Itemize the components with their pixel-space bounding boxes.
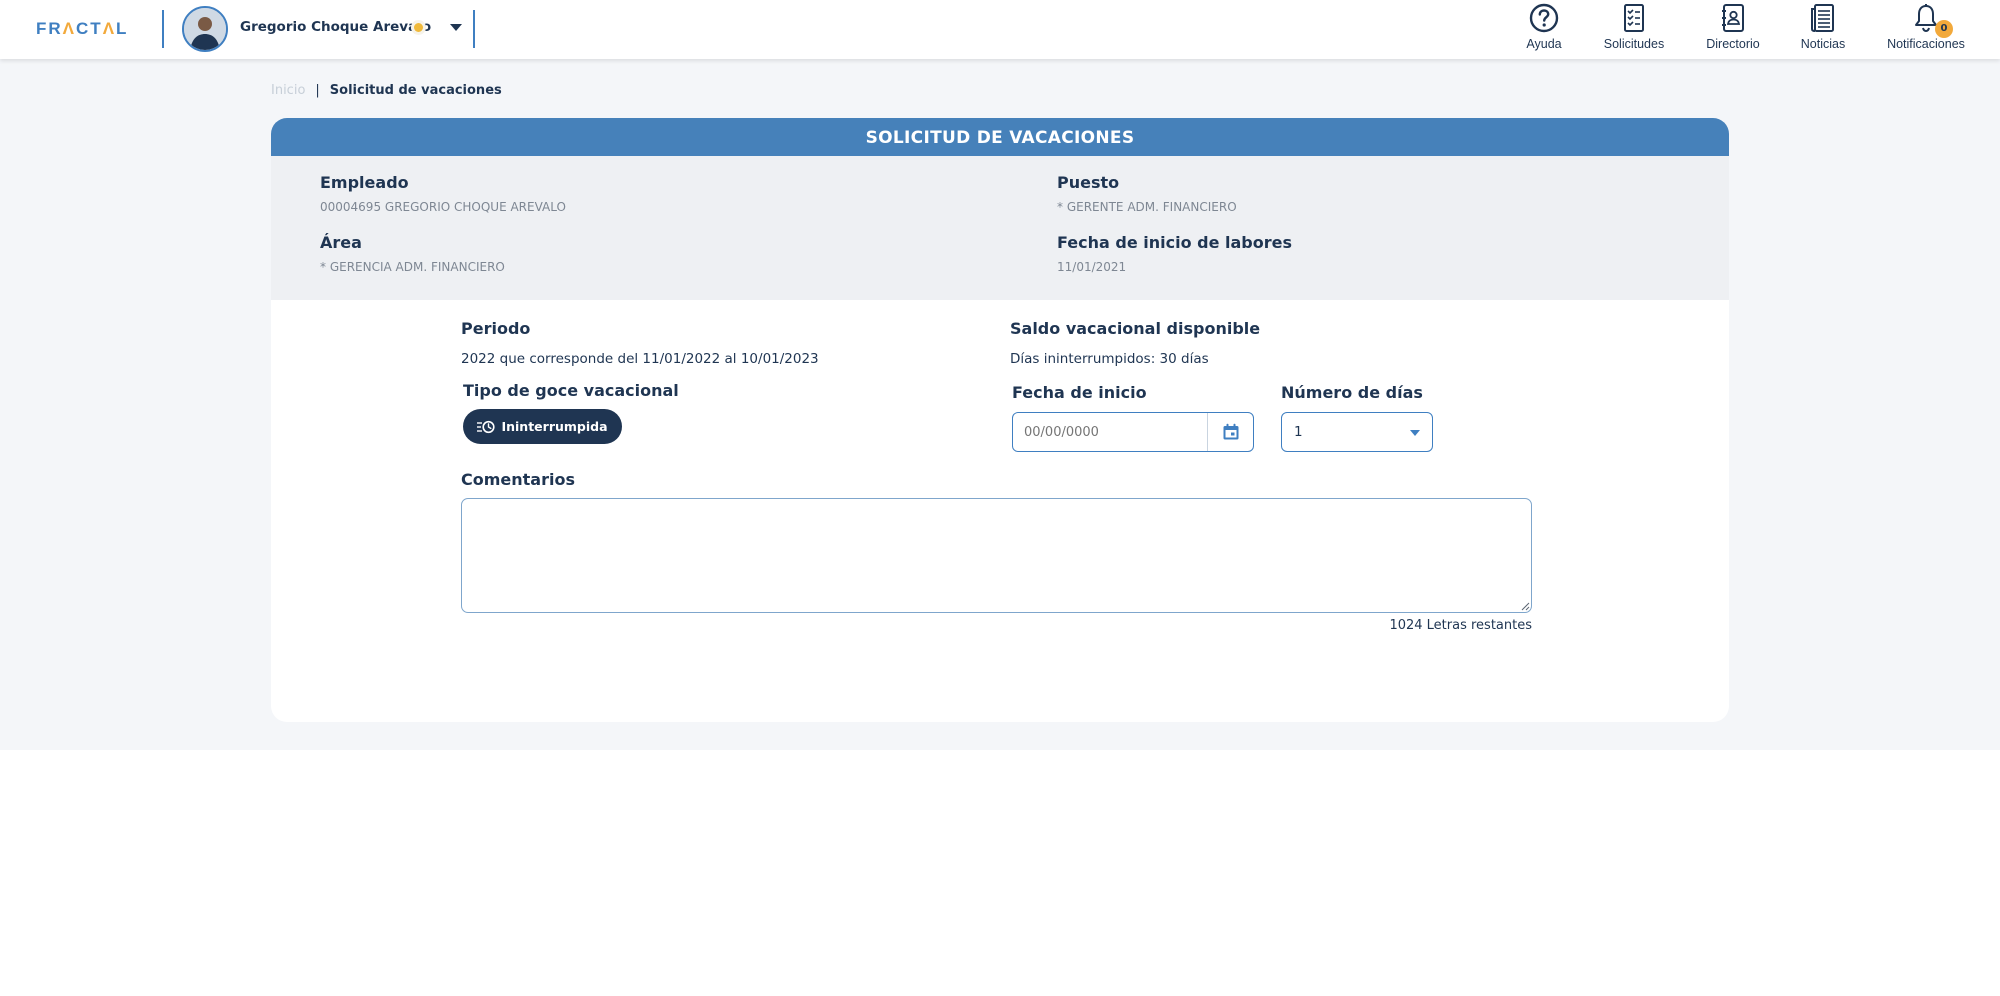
char-remaining-counter: 1024 Letras restantes	[1389, 618, 1532, 633]
area-value: * GERENCIA ADM. FINANCIERO	[320, 260, 505, 274]
user-avatar[interactable]	[182, 6, 228, 52]
empleado-block: Empleado 00004695 GREGORIO CHOQUE AREVAL…	[320, 173, 566, 214]
notification-count-badge: 0	[1935, 20, 1953, 38]
fecha-inicio-label: Fecha de inicio	[1012, 383, 1147, 402]
status-indicator	[414, 23, 423, 32]
fecha-inicio-field	[1012, 412, 1254, 452]
breadcrumb: Inicio | Solicitud de vacaciones	[271, 83, 502, 98]
checklist-icon	[1624, 4, 1644, 32]
nav-noticias[interactable]: Noticias	[1768, 2, 1878, 56]
user-name: Gregorio Choque Arevalo	[240, 19, 432, 35]
breadcrumb-home-link[interactable]: Inicio	[271, 83, 305, 98]
puesto-value: * GERENTE ADM. FINANCIERO	[1057, 200, 1237, 214]
nav-solicitudes-label: Solicitudes	[1603, 37, 1665, 51]
chevron-down-icon	[1410, 430, 1420, 436]
tipo-goce-label: Tipo de goce vacacional	[463, 381, 679, 400]
header-divider	[473, 10, 475, 48]
area-block: Área * GERENCIA ADM. FINANCIERO	[320, 233, 505, 274]
empleado-value: 00004695 GREGORIO CHOQUE AREVALO	[320, 200, 566, 214]
area-label: Área	[320, 233, 362, 252]
calendar-button[interactable]	[1207, 413, 1253, 451]
contact-book-icon	[1722, 4, 1744, 32]
saldo-label: Saldo vacacional disponible	[1010, 319, 1261, 338]
vacation-request-card: SOLICITUD DE VACACIONES Empleado 0000469…	[271, 118, 1729, 722]
numero-dias-label: Número de días	[1281, 383, 1423, 402]
periodo-label: Periodo	[461, 319, 531, 338]
saldo-value: Días ininterrumpidos: 30 días	[1010, 351, 1209, 367]
help-circle-icon	[1529, 3, 1559, 33]
fractal-logo[interactable]: FRΛCTΛL	[36, 19, 128, 39]
empleado-label: Empleado	[320, 173, 409, 192]
employee-info-panel: Empleado 00004695 GREGORIO CHOQUE AREVAL…	[271, 156, 1729, 300]
nav-notificaciones-label: Notificaciones	[1887, 37, 1965, 51]
fecha-inicio-labores-block: Fecha de inicio de labores 11/01/2021	[1057, 233, 1292, 274]
nav-noticias-label: Noticias	[1800, 37, 1846, 51]
resize-grip-icon[interactable]	[1521, 602, 1530, 611]
comentarios-label: Comentarios	[461, 470, 575, 489]
breadcrumb-current: Solicitud de vacaciones	[329, 83, 502, 98]
puesto-block: Puesto * GERENTE ADM. FINANCIERO	[1057, 173, 1237, 214]
top-header: FRΛCTΛL Gregorio Choque Arevalo Ayuda So…	[0, 0, 2000, 59]
fecha-inicio-labores-value: 11/01/2021	[1057, 260, 1127, 274]
puesto-label: Puesto	[1057, 173, 1120, 192]
fecha-inicio-input[interactable]	[1013, 413, 1209, 451]
clock-history-icon	[477, 420, 496, 434]
newspaper-icon	[1811, 4, 1834, 32]
numero-dias-select[interactable]: 1	[1281, 412, 1433, 452]
header-divider	[162, 10, 164, 48]
ininterrumpida-option-label: Ininterrumpida	[501, 419, 608, 434]
numero-dias-value: 1	[1294, 424, 1303, 440]
nav-solicitudes[interactable]: Solicitudes	[1579, 2, 1689, 56]
comentarios-textarea[interactable]	[461, 498, 1532, 613]
chevron-down-icon[interactable]	[450, 24, 462, 31]
ininterrumpida-option-button[interactable]: Ininterrumpida	[463, 409, 622, 444]
periodo-value: 2022 que corresponde del 11/01/2022 al 1…	[461, 351, 819, 367]
card-title: SOLICITUD DE VACACIONES	[271, 118, 1729, 156]
breadcrumb-separator: |	[315, 83, 320, 98]
nav-notificaciones[interactable]: 0 Notificaciones	[1871, 2, 1981, 56]
fecha-inicio-labores-label: Fecha de inicio de labores	[1057, 233, 1293, 252]
calendar-icon	[1223, 423, 1238, 440]
